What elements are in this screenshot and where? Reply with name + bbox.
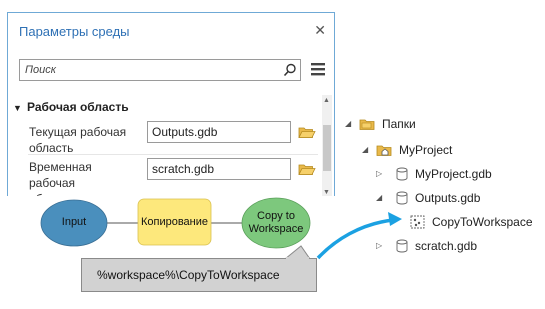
scroll-thumb[interactable]: [323, 125, 331, 171]
home-folder-icon: [376, 145, 392, 156]
tool-node-label: Копирование: [140, 216, 209, 228]
collapse-icon[interactable]: ◢: [345, 116, 355, 132]
callout-pointer-join: [286, 257, 309, 260]
database-icon: [396, 239, 408, 253]
current-workspace-label: Текущая рабочая область: [29, 125, 127, 155]
tree-label-copytoworkspace: CopyToWorkspace: [432, 215, 533, 229]
tree-item-outputs-gdb[interactable]: ◢ Outputs.gdb: [376, 190, 516, 206]
tree-item-myproject-gdb[interactable]: ▷ MyProject.gdb: [376, 166, 516, 182]
feature-class-icon: [410, 215, 425, 229]
arrow-head: [388, 212, 402, 226]
current-workspace-input[interactable]: [147, 121, 291, 143]
tree-item-folders[interactable]: ◢ Папки: [345, 116, 465, 132]
close-icon[interactable]: ✕: [314, 22, 326, 39]
section-header-workspace[interactable]: ▼ Рабочая область: [13, 100, 129, 114]
tree-label-myproject-gdb: MyProject.gdb: [415, 167, 492, 181]
collapse-icon[interactable]: ◢: [376, 190, 386, 206]
folder-browse-icon[interactable]: [298, 162, 316, 176]
callout-path-text: %workspace%\CopyToWorkspace: [97, 268, 280, 282]
folder-icon: [359, 119, 375, 130]
search-input[interactable]: [25, 62, 275, 78]
scratch-workspace-input[interactable]: [147, 158, 291, 180]
tree-item-myproject[interactable]: ◢ MyProject: [362, 142, 502, 158]
search-icon[interactable]: [283, 63, 297, 77]
database-icon: [396, 167, 408, 181]
tree-label-scratch-gdb: scratch.gdb: [415, 239, 478, 253]
database-icon: [396, 191, 408, 205]
output-node-label: Copy to Workspace: [248, 210, 304, 235]
expand-icon[interactable]: ▷: [376, 166, 386, 182]
chevron-down-icon: ▼: [13, 103, 22, 113]
scratch-workspace-label: Временная рабочая область: [29, 160, 92, 206]
scroll-up-icon[interactable]: ▲: [323, 97, 330, 104]
expand-icon[interactable]: ▷: [376, 238, 386, 254]
tree-label-folders: Папки: [382, 117, 416, 131]
vertical-scrollbar[interactable]: ▲ ▼: [322, 95, 332, 198]
folder-browse-icon[interactable]: [298, 125, 316, 139]
search-box[interactable]: [19, 59, 301, 81]
tree-label-myproject: MyProject: [399, 143, 453, 157]
row-divider: [28, 154, 318, 155]
tree-item-copytoworkspace[interactable]: CopyToWorkspace: [410, 214, 540, 230]
environment-settings-panel: Параметры среды ✕ ▼ Рабочая область Текущ…: [7, 12, 335, 206]
scroll-down-icon[interactable]: ▼: [323, 189, 330, 196]
section-title: Рабочая область: [27, 100, 129, 114]
tree-label-outputs-gdb: Outputs.gdb: [415, 191, 481, 205]
collapse-icon[interactable]: ◢: [362, 142, 372, 158]
input-node-label: Input: [61, 216, 87, 228]
tree-item-scratch-gdb[interactable]: ▷ scratch.gdb: [376, 238, 516, 254]
menu-icon[interactable]: [311, 62, 325, 76]
panel-title: Параметры среды: [19, 24, 130, 39]
